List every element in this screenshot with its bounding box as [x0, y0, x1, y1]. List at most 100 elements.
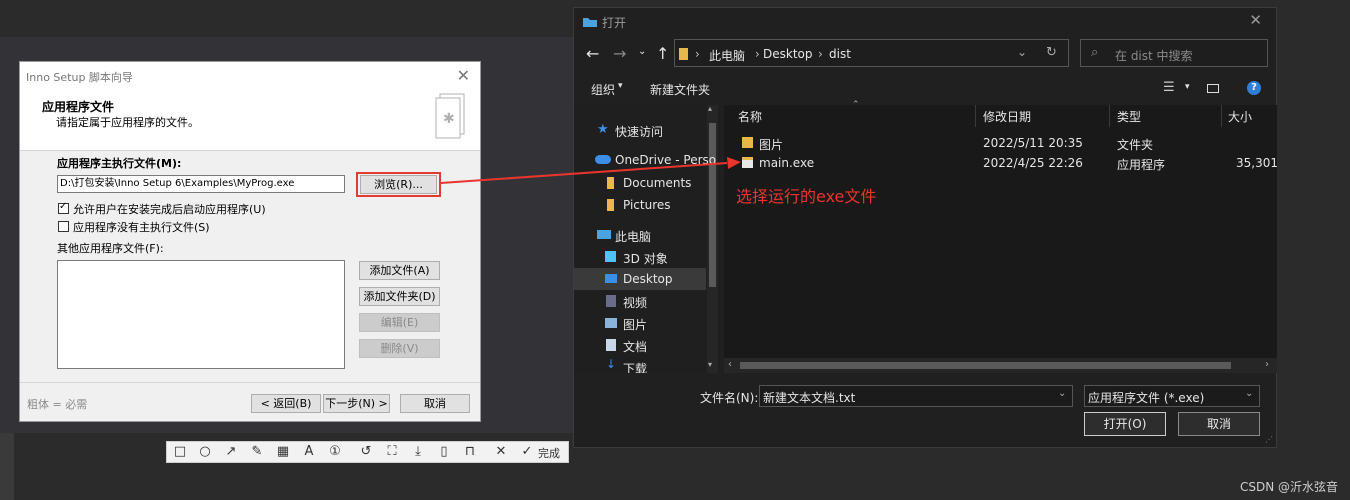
breadcrumb-item[interactable]: Desktop [763, 47, 813, 61]
pen-icon[interactable]: ✎ [249, 444, 265, 460]
scroll-up-icon[interactable]: ▴ [708, 104, 712, 113]
wizard-header: 应用程序文件 请指定属于应用程序的文件。 ✱ [20, 90, 480, 151]
nav-item-onedrive[interactable]: OneDrive - Perso [574, 149, 716, 171]
chevron-down-icon[interactable]: ▾ [618, 81, 623, 91]
nav-item-docs-pc[interactable]: 文档 [574, 334, 704, 356]
dialog-title: 打开 [602, 16, 627, 30]
column-divider[interactable] [1109, 105, 1110, 127]
add-folder-button[interactable]: 添加文件夹(D) [359, 287, 440, 306]
arrow-icon[interactable]: ↗ [223, 444, 239, 460]
undo-icon[interactable]: ↺ [358, 444, 374, 460]
nav-item-quick-access[interactable]: ★ 快速访问 [574, 119, 704, 141]
filename-input[interactable]: 新建文本文档.txt ⌄ [759, 385, 1073, 407]
column-header-date[interactable]: 修改日期 [983, 108, 1031, 125]
address-bar[interactable]: › 此电脑 › Desktop › dist ⌄ ↻ [674, 39, 1069, 67]
browse-button[interactable]: 浏览(R)... [360, 175, 437, 194]
inno-setup-wizard-window: Inno Setup 脚本向导 ✕ 应用程序文件 请指定属于应用程序的文件。 ✱… [19, 61, 481, 422]
check-icon[interactable]: ✓ [519, 444, 535, 460]
nav-item-pictures-pc[interactable]: 图片 [574, 312, 704, 334]
wizard-header-title: 应用程序文件 [42, 100, 115, 114]
file-size: 35,301 [1236, 156, 1278, 170]
table-row[interactable]: 图片 2022/5/11 20:35 文件夹 [724, 134, 1277, 152]
rectangle-icon[interactable]: □ [172, 444, 188, 460]
nav-item-pictures[interactable]: Pictures [574, 194, 704, 216]
chevron-down-icon[interactable]: ⌄ [1058, 388, 1066, 399]
number-icon[interactable]: ① [327, 444, 343, 460]
scroll-left-icon[interactable]: ‹ [728, 359, 732, 370]
column-header-type[interactable]: 类型 [1117, 108, 1141, 125]
picture-icon [605, 318, 617, 328]
nav-item-this-pc[interactable]: 此电脑 [574, 224, 704, 246]
horizontal-scrollbar[interactable]: ‹ › [724, 358, 1277, 373]
column-divider[interactable] [1221, 105, 1222, 127]
nav-item-videos[interactable]: 视频 [574, 290, 704, 312]
no-main-exe-label: 应用程序没有主执行文件(S) [73, 221, 210, 234]
file-name: main.exe [759, 156, 815, 170]
chevron-down-icon[interactable]: ⌄ [1245, 388, 1253, 399]
column-header-name[interactable]: 名称 [738, 108, 762, 125]
text-icon[interactable]: A [301, 444, 317, 460]
star-icon: ★ [597, 122, 609, 137]
video-icon [606, 295, 616, 307]
main-exe-label: 应用程序主执行文件(M): [57, 157, 182, 170]
remove-button[interactable]: 删除(V) [359, 339, 440, 358]
search-icon: ⌕ [1091, 45, 1099, 60]
nav-item-downloads[interactable]: ↓ 下载 [574, 356, 704, 373]
column-divider[interactable] [975, 105, 976, 127]
breadcrumb-separator: › [695, 47, 700, 61]
chevron-down-icon[interactable]: ⌄ [1017, 45, 1027, 59]
ocr-icon[interactable]: ⛶ [384, 444, 400, 460]
column-header-size[interactable]: 大小 [1228, 108, 1252, 125]
next-button[interactable]: 下一步(N) > [323, 394, 390, 413]
save-icon[interactable]: ⤓ [410, 444, 426, 460]
allow-run-checkbox[interactable]: ✓ [58, 201, 69, 214]
no-main-exe-checkbox[interactable] [58, 221, 69, 232]
circle-icon[interactable]: ○ [197, 444, 213, 460]
up-arrow-icon[interactable]: ↑ [656, 44, 669, 63]
cancel-button[interactable]: 取消 [400, 394, 470, 413]
forward-arrow-icon[interactable]: → [613, 44, 626, 63]
nav-item-documents[interactable]: Documents [574, 172, 704, 194]
close-icon[interactable]: ✕ [493, 444, 509, 460]
add-files-button[interactable]: 添加文件(A) [359, 261, 440, 280]
nav-scrollbar-thumb[interactable] [709, 123, 716, 287]
search-placeholder: 在 dist 中搜索 [1115, 49, 1193, 63]
other-files-list[interactable] [57, 260, 345, 369]
back-arrow-icon[interactable]: ← [586, 44, 599, 63]
chevron-down-icon[interactable]: ▾ [1185, 82, 1190, 92]
mosaic-icon[interactable]: ▦ [275, 444, 291, 460]
edit-button[interactable]: 编辑(E) [359, 313, 440, 332]
pin-icon[interactable]: ⊓ [462, 444, 478, 460]
breadcrumb-item[interactable]: 此电脑 [709, 47, 745, 64]
help-icon[interactable]: ? [1247, 81, 1261, 95]
scroll-right-icon[interactable]: › [1265, 359, 1269, 370]
breadcrumb-item[interactable]: dist [829, 47, 851, 61]
scroll-down-icon[interactable]: ▾ [708, 360, 712, 369]
background [0, 0, 573, 37]
main-exe-input[interactable]: D:\打包安装\Inno Setup 6\Examples\MyProg.exe [57, 175, 345, 193]
filename-label: 文件名(N): [700, 391, 759, 405]
desktop-icon [605, 274, 617, 283]
back-button[interactable]: < 返回(B) [251, 394, 321, 413]
nav-item-desktop[interactable]: Desktop [574, 268, 706, 290]
resize-grip-icon[interactable]: ⋰ [1265, 435, 1273, 444]
close-icon[interactable]: ✕ [1249, 11, 1262, 29]
new-folder-button[interactable]: 新建文件夹 [650, 81, 710, 98]
refresh-icon[interactable]: ↻ [1046, 45, 1057, 60]
open-button[interactable]: 打开(O) [1084, 412, 1166, 436]
cancel-button[interactable]: 取消 [1178, 412, 1260, 436]
chevron-down-icon[interactable]: ⌄ [638, 46, 646, 57]
table-row[interactable]: main.exe 2022/4/25 22:26 应用程序 35,301 [724, 154, 1278, 172]
organize-button[interactable]: 组织 [591, 81, 615, 98]
nav-item-3d-objects[interactable]: 3D 对象 [574, 246, 704, 268]
close-icon[interactable]: ✕ [457, 66, 470, 85]
phone-icon[interactable]: ▯ [436, 444, 452, 460]
search-input[interactable]: ⌕ 在 dist 中搜索 [1080, 39, 1268, 67]
done-label[interactable]: 完成 [538, 445, 560, 461]
wizard-title: Inno Setup 脚本向导 [26, 71, 133, 84]
preview-pane-icon[interactable] [1207, 84, 1219, 93]
nav-scrollbar[interactable]: ▴ ▾ [707, 104, 718, 373]
horizontal-scrollbar-thumb[interactable] [740, 362, 1231, 369]
file-type-filter[interactable]: 应用程序文件 (*.exe) ⌄ [1084, 385, 1260, 407]
view-list-icon[interactable]: ☰ [1163, 80, 1175, 95]
